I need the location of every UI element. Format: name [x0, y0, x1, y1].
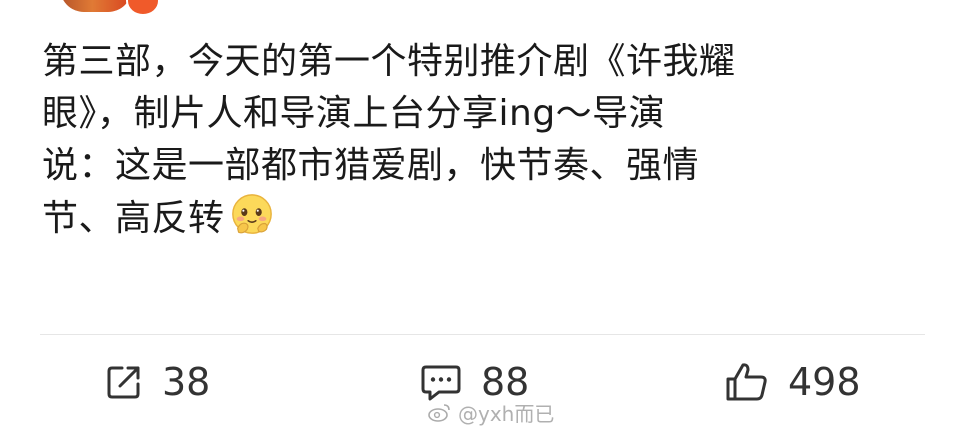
- post-header: [0, 0, 960, 20]
- avatar[interactable]: [60, 0, 132, 12]
- like-count: 498: [788, 360, 861, 404]
- post-body: 第三部，今天的第一个特别推介剧《许我耀 眼》，制片人和导演上台分享ing～导演 …: [42, 36, 902, 245]
- watermark-text: @yxh而已: [458, 401, 555, 426]
- post-text-line: 说：这是一部都市猎爱剧，快节奏、强情: [42, 145, 700, 186]
- weibo-logo-icon: [428, 404, 450, 422]
- shy-smile-emoji-icon: [231, 194, 272, 234]
- repost-button[interactable]: 38: [104, 360, 210, 404]
- comment-icon: [421, 365, 461, 401]
- divider: [40, 334, 925, 335]
- post-text-line: 眼》，制片人和导演上台分享ing～导演: [42, 93, 666, 134]
- repost-count: 38: [162, 360, 211, 404]
- repost-icon: [107, 366, 140, 399]
- like-button[interactable]: 498: [724, 360, 861, 404]
- post-text-line-last: 节、高反转: [42, 192, 902, 245]
- watermark: @yxh而已: [428, 398, 554, 426]
- post-text-line: 第三部，今天的第一个特别推介剧《许我耀: [42, 41, 736, 82]
- post-text-line: 节、高反转: [42, 198, 225, 239]
- like-icon: [726, 363, 767, 401]
- verified-badge-icon: [126, 0, 160, 16]
